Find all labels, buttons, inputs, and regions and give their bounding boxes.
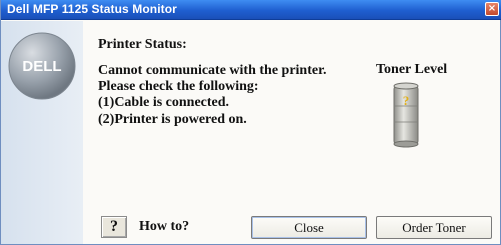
close-button[interactable]: Close (251, 216, 367, 239)
how-to-label[interactable]: How to? (139, 219, 189, 235)
status-monitor-window: Dell MFP 1125 Status Monitor × DELL Prin… (0, 0, 501, 245)
printer-status-heading: Printer Status: (98, 37, 187, 52)
title-bar[interactable]: Dell MFP 1125 Status Monitor × (1, 0, 501, 20)
toner-cartridge-icon: ? (393, 82, 419, 148)
window-close-icon[interactable]: × (485, 2, 499, 16)
status-message-line: Please check the following: (98, 79, 259, 94)
sidebar-panel: DELL (1, 21, 83, 244)
dell-logo: DELL (8, 32, 76, 100)
order-toner-button[interactable]: Order Toner (376, 216, 492, 239)
help-icon[interactable]: ? (101, 216, 127, 238)
status-message-line: (2)Printer is powered on. (98, 112, 247, 127)
status-message-line: Cannot communicate with the printer. (98, 63, 327, 78)
status-message-line: (1)Cable is connected. (98, 95, 230, 110)
window-title: Dell MFP 1125 Status Monitor (7, 2, 177, 16)
toner-unknown-mark: ? (403, 93, 410, 108)
toner-level-label: Toner Level (376, 62, 448, 77)
logo-text: DELL (22, 58, 61, 75)
